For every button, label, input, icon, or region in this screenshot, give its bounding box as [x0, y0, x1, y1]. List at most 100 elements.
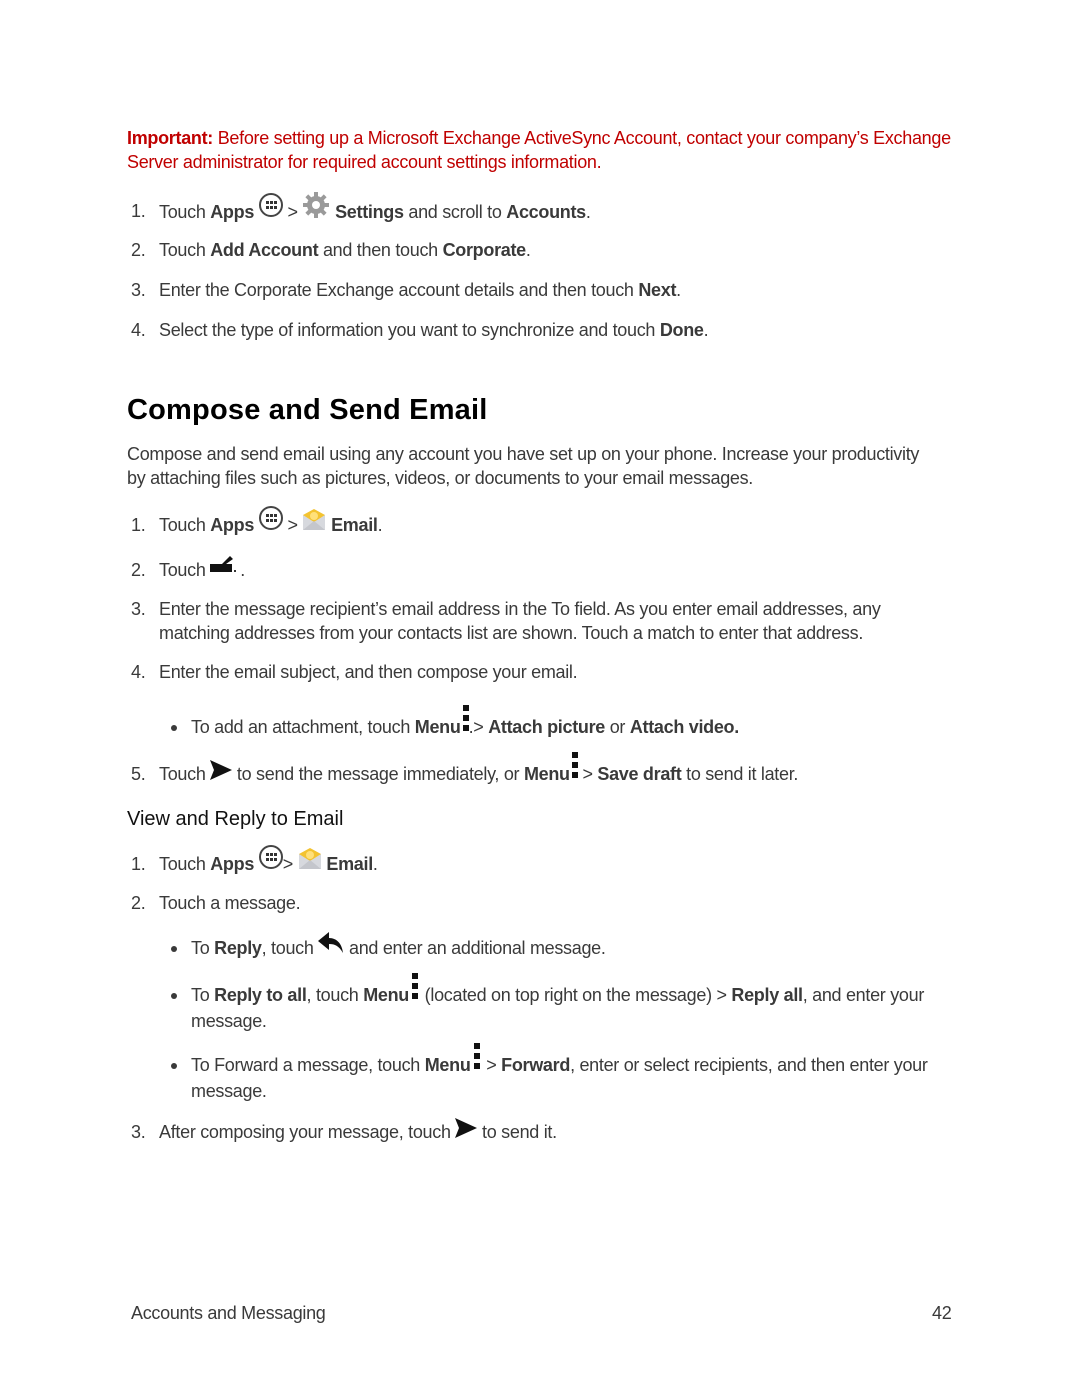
compose-step-1: 1. Touch Apps > Email. [131, 506, 383, 538]
setup-step-1: 1. Touch Apps > Settings and scroll to A… [131, 192, 591, 227]
step-text: Enter the Corporate Exchange account det… [159, 280, 639, 300]
bullet-text: or [605, 717, 630, 737]
step-text: Enter the email subject, and then compos… [159, 662, 578, 682]
step-number: 1. [131, 201, 146, 221]
bullet-text: and enter an additional message. [344, 938, 606, 958]
reply-to-all-label: Reply to all [214, 985, 307, 1005]
step-number: 3. [131, 280, 146, 300]
section-title-compose: Compose and Send Email [127, 394, 488, 426]
bullet-text: To Forward a message, touch [191, 1055, 425, 1075]
compose-intro: Compose and send email using any account… [127, 444, 920, 488]
setup-step-4: 4. Select the type of information you wa… [131, 318, 709, 342]
step-number: 2. [131, 240, 146, 260]
menu-icon [571, 752, 578, 779]
email-label: Email [326, 854, 373, 874]
reply-label: Reply [214, 938, 262, 958]
view-step-2: 2. Touch a message. [131, 891, 301, 915]
bullet-text: To [191, 938, 215, 958]
bullet-text: .> [468, 717, 489, 737]
compose-step-5: 5. Touch to send the message immediately… [131, 752, 799, 788]
menu-label: Menu [363, 985, 409, 1005]
bullet-dot [171, 1063, 177, 1069]
step-text: . [240, 560, 245, 580]
view-step-1: 1. Touch Apps > Email. [131, 845, 378, 877]
bullet-text: To add an attachment, touch [191, 717, 415, 737]
add-account-label: Add Account [210, 240, 319, 260]
attach-picture-label: Attach picture [488, 717, 606, 737]
step-text: . [676, 280, 681, 300]
bullet-text: (located on top right on the message) > [419, 985, 732, 1005]
step-number: 3. [131, 599, 146, 619]
menu-label: Menu [414, 717, 461, 737]
send-icon [455, 1118, 478, 1139]
subsection-title-view-reply: View and Reply to Email [127, 808, 344, 830]
corporate-label: Corporate [442, 240, 527, 260]
compose-step-3: 3. Enter the message recipient’s email a… [131, 597, 941, 645]
reply-icon [318, 932, 344, 954]
separator: > [282, 201, 303, 222]
step-number: 4. [131, 320, 146, 340]
step-text: to send the message immediately, or [232, 764, 524, 784]
step-number: 2. [131, 893, 146, 913]
step-text: After composing your message, touch [159, 1122, 456, 1142]
setup-step-2: 2. Touch Add Account and then touch Corp… [131, 238, 531, 262]
settings-gear-icon [302, 191, 330, 219]
footer-page-number: 42 [932, 1303, 952, 1323]
compose-step-2: 2. Touch . [131, 556, 245, 582]
separator: > [282, 854, 298, 874]
apps-icon [258, 845, 283, 870]
menu-icon [411, 973, 418, 1000]
important-note: Important: Before setting up a Microsoft… [127, 126, 957, 174]
accounts-label: Accounts [506, 201, 586, 222]
forward-label: Forward [501, 1055, 571, 1075]
step-text: Touch [159, 764, 211, 784]
step-text: to send it later. [681, 764, 799, 784]
step-number: 3. [131, 1122, 146, 1142]
email-label: Email [331, 515, 378, 535]
menu-icon [473, 1043, 480, 1070]
apps-icon [258, 193, 283, 217]
step-text: Enter the message recipient’s email addr… [159, 599, 881, 643]
step-text: . [703, 320, 709, 340]
step-number: 1. [131, 515, 146, 535]
step-text: Select the type of information you want … [159, 320, 660, 340]
send-icon [210, 760, 233, 781]
step-text: Touch [159, 854, 211, 874]
bullet-text: , touch [306, 985, 364, 1005]
attachment-bullet: To add an attachment, touch Menu .> Attac… [191, 705, 739, 741]
step-number: 4. [131, 662, 146, 682]
step-text: Touch [159, 515, 211, 535]
step-text: Touch [159, 560, 211, 580]
step-text: and scroll to [403, 201, 507, 222]
attach-video-label: Attach video. [629, 717, 739, 737]
menu-label: Menu [424, 1055, 471, 1075]
view-step-3: 3. After composing your message, touch t… [131, 1118, 557, 1144]
next-label: Next [638, 280, 677, 300]
apps-label: Apps [210, 201, 255, 222]
email-app-icon [298, 848, 322, 870]
reply-bullet: To Reply, touch and enter an additional … [191, 932, 606, 960]
important-label: Important: [127, 128, 213, 148]
bullet-text: To [191, 985, 215, 1005]
settings-label: Settings [335, 201, 404, 222]
save-draft-label: Save draft [597, 764, 682, 784]
footer-section-name: Accounts and Messaging [131, 1303, 326, 1323]
bullet-dot [171, 946, 177, 952]
step-text: Touch a message. [159, 893, 301, 913]
step-text: > [577, 764, 598, 784]
separator: > [282, 515, 303, 535]
step-text: and then touch [318, 240, 443, 260]
reply-all-label: Reply all [731, 985, 803, 1005]
step-number: 2. [131, 560, 146, 580]
bullet-dot [171, 725, 177, 731]
setup-step-3: 3. Enter the Corporate Exchange account … [131, 278, 681, 302]
reply-all-bullet: To Reply to all, touch Menu (located on … [191, 973, 951, 1033]
step-text: . [585, 201, 591, 222]
important-text: Before setting up a Microsoft Exchange A… [127, 128, 951, 172]
bullet-dot [171, 993, 177, 999]
bullet-text: , touch [261, 938, 319, 958]
step-text: . [377, 515, 383, 535]
step-text: Touch [159, 201, 211, 222]
step-number: 5. [131, 764, 146, 784]
compose-step-4: 4. Enter the email subject, and then com… [131, 660, 578, 684]
